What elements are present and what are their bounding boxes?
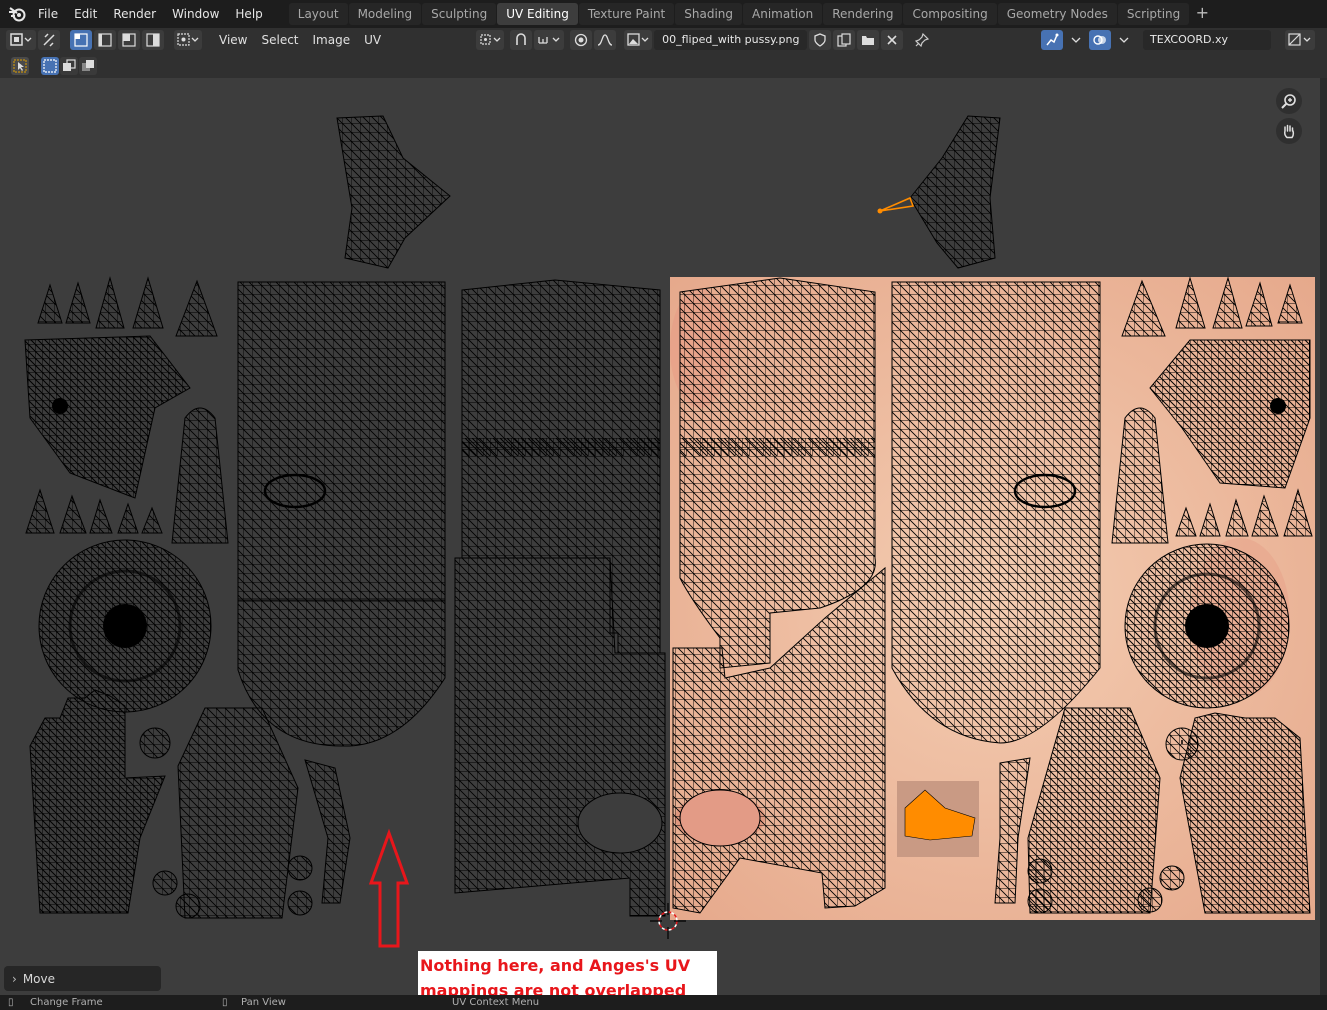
tab-compositing[interactable]: Compositing [903,3,997,25]
pin-icon[interactable] [911,30,933,50]
menu-edit[interactable]: Edit [66,2,105,26]
tab-layout[interactable]: Layout [288,3,348,25]
snap-target-icon[interactable] [534,30,565,50]
uv-island-caps-row [25,488,163,534]
chevron-right-icon: › [12,971,17,986]
select-box-new-icon[interactable] [41,57,59,75]
tab-animation[interactable]: Animation [743,3,823,25]
menu-uv[interactable]: UV [357,30,388,50]
operator-title: Move [22,971,55,986]
uv-island-hand-left [29,689,166,914]
uv-island-top-left [336,115,451,269]
uv-island-finger-left [171,407,229,544]
image-browse-icon[interactable] [624,30,653,50]
chevron-down-icon[interactable] [1065,30,1087,50]
uv-island-top-right [909,115,1001,269]
tab-texture-paint[interactable]: Texture Paint [578,3,675,25]
menu-image[interactable]: Image [306,30,358,50]
uv-island-hand-right [1179,712,1311,914]
menu-render[interactable]: Render [105,2,164,26]
display-mode-icon[interactable] [1285,30,1315,50]
falloff-icon[interactable] [594,30,617,50]
status-pan-view: Pan View [241,997,286,1008]
tab-modeling[interactable]: Modeling [348,3,422,25]
uv-editor-viewport[interactable] [0,78,1320,995]
tab-shading[interactable]: Shading [675,3,742,25]
status-context-menu: UV Context Menu [452,997,540,1008]
new-image-icon[interactable] [833,30,856,50]
blender-logo-icon[interactable] [4,2,30,26]
island-select-icon[interactable] [142,30,164,50]
overlay-icon[interactable] [1089,30,1111,50]
mouse-middle-icon: ▯ [222,997,228,1008]
last-operator-panel[interactable]: › Move [4,966,161,991]
unlink-icon[interactable] [881,30,904,50]
uv-sync-icon[interactable] [1041,30,1063,50]
fake-user-icon[interactable] [809,30,832,50]
sync-selection-icon[interactable] [38,30,60,50]
uv-canvas[interactable] [0,78,1320,995]
pivot-icon[interactable] [476,30,505,50]
uv-island-body-left [237,281,446,747]
chevron-down-icon[interactable] [1113,30,1135,50]
menu-file[interactable]: File [30,2,66,26]
menu-window[interactable]: Window [164,2,227,26]
sticky-mode-icon[interactable] [174,30,202,50]
annotation-line-1: Nothing here, and Anges's UV [420,956,691,975]
tweak-tool-icon[interactable] [11,57,29,75]
workspace-tabs: Layout Modeling Sculpting UV Editing Tex… [288,0,1213,28]
hand-icon[interactable] [1276,118,1302,144]
editor-type-icon[interactable] [6,30,36,50]
edge-select-icon[interactable] [94,30,116,50]
tab-scripting[interactable]: Scripting [1117,3,1190,25]
uv-map-field[interactable]: TEXCOORD.xy [1143,30,1271,50]
open-image-icon[interactable] [857,30,880,50]
menu-help[interactable]: Help [227,2,270,26]
menu-view[interactable]: View [212,30,254,50]
vertex-select-icon[interactable] [70,30,92,50]
status-bar: ▯ Change Frame ▯ Pan View UV Context Men… [0,995,1327,1010]
tab-uv-editing[interactable]: UV Editing [497,3,578,25]
snap-icon[interactable] [510,30,533,50]
tab-geometry-nodes[interactable]: Geometry Nodes [997,3,1117,25]
tab-sculpting[interactable]: Sculpting [422,3,497,25]
uv-island-front-right [891,281,1101,744]
top-menu-bar: File Edit Render Window Help Layout Mode… [0,0,1327,28]
uv-island-palm-left [177,707,299,919]
image-name-field[interactable]: 00_fliped_with pussy.png [654,30,808,50]
uv-island-sleeve-left [24,335,191,499]
uv-island-caps-top [37,276,218,337]
zoom-icon[interactable] [1276,88,1302,114]
selected-edge [879,196,915,212]
mouse-left-icon: ▯ [8,997,14,1008]
add-workspace-button[interactable]: + [1192,4,1212,24]
face-select-icon[interactable] [118,30,140,50]
tool-settings-row [0,52,1327,78]
tab-rendering[interactable]: Rendering [823,3,903,25]
proportional-icon[interactable] [570,30,593,50]
menu-select[interactable]: Select [254,30,305,50]
select-box-subtract-icon[interactable] [79,57,97,75]
uv-island-strip-left [304,759,351,904]
select-box-extend-icon[interactable] [60,57,78,75]
annotation-arrow [368,828,410,948]
status-change-frame: Change Frame [30,997,103,1008]
uv-editor-header: View Select Image UV 00_fliped_with puss… [0,28,1327,52]
